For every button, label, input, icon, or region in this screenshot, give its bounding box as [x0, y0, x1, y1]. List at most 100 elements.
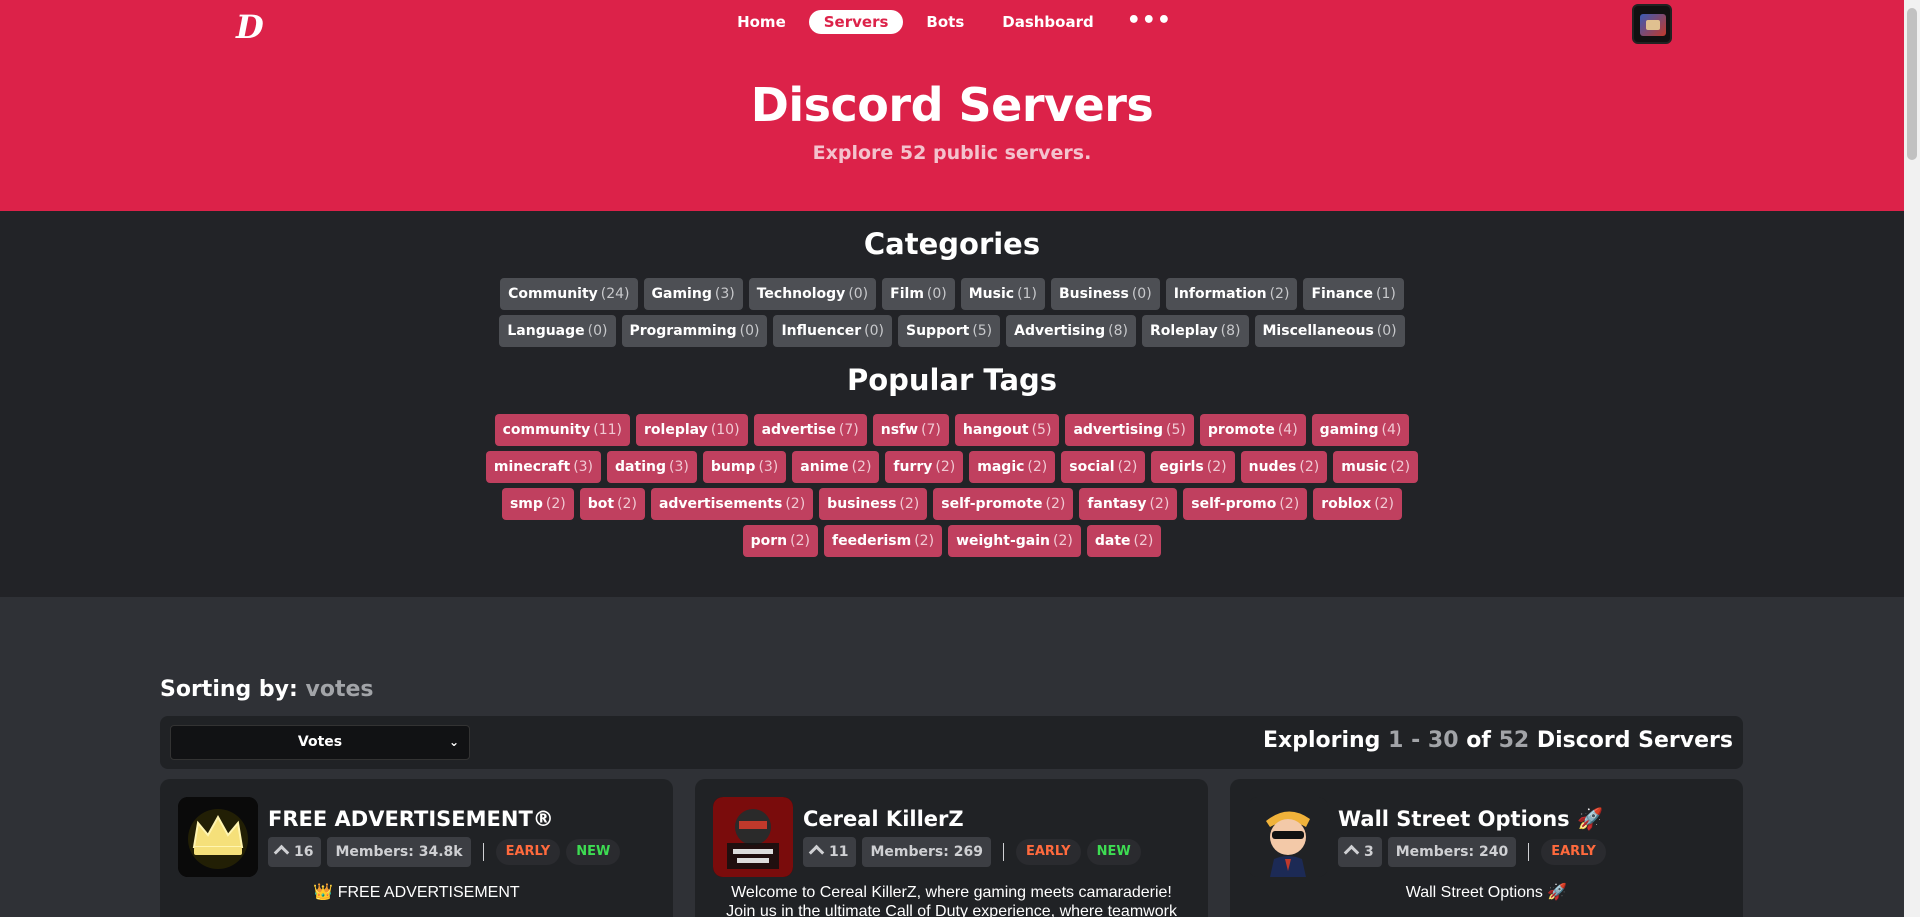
category-label: Music	[968, 286, 1015, 302]
vote-count[interactable]: 3	[1338, 837, 1382, 867]
categories-title: Categories	[863, 227, 1041, 261]
tag-chip[interactable]: advertisements (2)	[650, 488, 814, 520]
range-start: 1	[1388, 728, 1404, 753]
tag-count: (3)	[573, 459, 594, 475]
new-badge: NEW	[1086, 839, 1141, 865]
server-meta: 16 Members: 34.8k EARLY NEW	[268, 837, 621, 867]
tag-chip[interactable]: advertising (5)	[1065, 414, 1194, 446]
category-chip[interactable]: Programming (0)	[621, 315, 768, 347]
tag-chip[interactable]: egirls (2)	[1151, 451, 1235, 483]
category-list: Community (24) Gaming (3) Technology (0) Film(…	[470, 278, 1434, 347]
vote-count[interactable]: 11	[803, 837, 857, 867]
category-chip[interactable]: Music (1)	[960, 278, 1045, 310]
category-count: (8)	[1220, 323, 1241, 339]
vote-count[interactable]: 16	[268, 837, 322, 867]
tag-chip[interactable]: smp (2)	[501, 488, 574, 520]
server-name[interactable]: Cereal KillerZ	[803, 807, 964, 831]
tag-chip[interactable]: self-promo (2)	[1183, 488, 1308, 520]
category-label: Roleplay	[1150, 323, 1218, 339]
tag-label: dating	[615, 459, 666, 475]
category-chip[interactable]: Film (0)	[882, 278, 955, 310]
nav-home[interactable]: Home	[722, 10, 801, 34]
server-meta: 11 Members: 269 EARLY NEW	[803, 837, 1141, 867]
tag-chip[interactable]: minecraft (3)	[485, 451, 602, 483]
category-count: (0)	[848, 286, 869, 302]
nav-dashboard[interactable]: Dashboard	[987, 10, 1108, 34]
tag-chip[interactable]: community (11)	[494, 414, 631, 446]
tag-chip[interactable]: music (2)	[1333, 451, 1419, 483]
tag-count: (2)	[617, 496, 637, 512]
tag-count: (2)	[1206, 459, 1227, 475]
tag-count: (2)	[851, 459, 872, 475]
category-chip[interactable]: Business (0)	[1050, 278, 1160, 310]
category-chip[interactable]: Information (2)	[1165, 278, 1298, 310]
user-avatar[interactable]	[1632, 4, 1672, 44]
category-chip[interactable]: Finance (1)	[1303, 278, 1404, 310]
category-chip[interactable]: Influencer (0)	[773, 315, 892, 347]
tag-count: (4)	[1381, 422, 1402, 438]
tag-chip[interactable]: anime (2)	[792, 451, 880, 483]
tag-label: advertising	[1073, 422, 1164, 438]
tag-chip[interactable]: gaming (4)	[1311, 414, 1410, 446]
category-count: (24)	[600, 286, 630, 302]
category-label: Gaming	[651, 286, 712, 302]
tag-chip[interactable]: social (2)	[1061, 451, 1146, 483]
category-count: (3)	[714, 286, 735, 302]
tag-chip[interactable]: weight-gain (2)	[948, 525, 1081, 557]
tag-chip[interactable]: bump (3)	[702, 451, 787, 483]
sorting-prefix: Sorting by:	[160, 677, 298, 702]
divider	[1002, 843, 1004, 861]
category-chip[interactable]: Technology (0)	[748, 278, 877, 310]
category-chip[interactable]: Roleplay (8)	[1142, 315, 1249, 347]
server-card[interactable]: FREE ADVERTISEMENT® 16 Members: 34.8k EA…	[160, 779, 673, 917]
more-menu-icon[interactable]: •••	[1117, 10, 1182, 34]
early-badge: EARLY	[1541, 839, 1606, 865]
sort-select[interactable]: Votes ⌄	[170, 725, 470, 760]
tag-chip[interactable]: porn (2)	[742, 525, 818, 557]
category-count: (0)	[1376, 323, 1397, 339]
divider	[482, 843, 484, 861]
category-chip[interactable]: Community (24)	[500, 278, 638, 310]
category-chip[interactable]: Support (5)	[898, 315, 1001, 347]
nav-bots[interactable]: Bots	[911, 10, 979, 34]
tag-chip[interactable]: roblox (2)	[1313, 488, 1403, 520]
tag-chip[interactable]: magic (2)	[969, 451, 1056, 483]
tag-chip[interactable]: bot (2)	[579, 488, 645, 520]
category-count: (8)	[1108, 323, 1128, 339]
tag-chip[interactable]: furry (2)	[885, 451, 964, 483]
tag-chip[interactable]: self-promote (2)	[933, 488, 1074, 520]
tag-chip[interactable]: date (2)	[1086, 525, 1162, 557]
tag-chip[interactable]: advertise (7)	[753, 414, 867, 446]
tag-label: porn	[750, 533, 788, 549]
tag-count: (3)	[668, 459, 689, 475]
tag-chip[interactable]: fantasy (2)	[1079, 488, 1178, 520]
server-card[interactable]: Cereal KillerZ 11 Members: 269 EARLY NEW…	[695, 779, 1208, 917]
server-name[interactable]: FREE ADVERTISEMENT®	[268, 807, 554, 831]
tag-chip[interactable]: business (2)	[819, 488, 928, 520]
server-name[interactable]: Wall Street Options 🚀	[1338, 807, 1603, 832]
tag-chip[interactable]: dating (3)	[607, 451, 697, 483]
category-label: Programming	[629, 323, 737, 339]
tag-chip[interactable]: hangout (5)	[954, 414, 1060, 446]
category-chip[interactable]: Advertising (8)	[1006, 315, 1136, 347]
category-label: Community	[508, 286, 598, 302]
tag-chip[interactable]: feederism (2)	[823, 525, 943, 557]
tags-title: Popular Tags	[846, 363, 1058, 397]
nav-servers[interactable]: Servers	[808, 10, 904, 34]
tag-chip[interactable]: promote (4)	[1199, 414, 1306, 446]
page-subtitle: Explore 52 public servers.	[812, 142, 1092, 164]
exploring-suffix: Discord Servers	[1536, 728, 1733, 753]
total-count: 52	[1498, 728, 1530, 753]
tag-chip[interactable]: nsfw (7)	[872, 414, 949, 446]
main-nav: Home Servers Bots Dashboard •••	[0, 10, 1904, 34]
tag-chip[interactable]: roleplay (10)	[636, 414, 748, 446]
category-chip[interactable]: Miscellaneous (0)	[1254, 315, 1405, 347]
tag-label: gaming	[1319, 422, 1379, 438]
tag-count: (2)	[1390, 459, 1411, 475]
category-chip[interactable]: Language (0)	[499, 315, 616, 347]
scrollbar-thumb[interactable]	[1907, 8, 1917, 160]
server-card[interactable]: Wall Street Options 🚀 3 Members: 240 EAR…	[1230, 779, 1743, 917]
page-scrollbar[interactable]	[1904, 0, 1920, 917]
category-chip[interactable]: Gaming (3)	[643, 278, 743, 310]
tag-chip[interactable]: nudes (2)	[1240, 451, 1328, 483]
